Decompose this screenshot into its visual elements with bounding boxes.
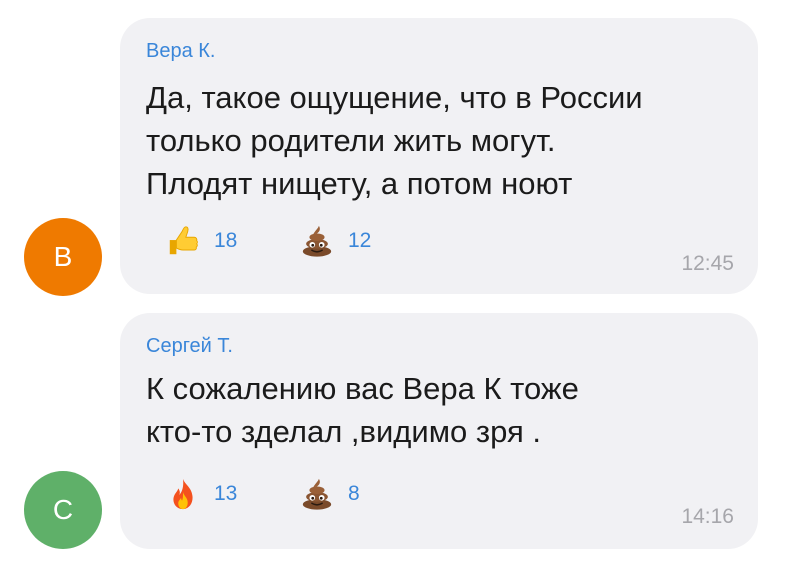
message-text: Да, такое ощущение, что в России только … (146, 76, 736, 205)
message-text-line: кто-то зделал ,видимо зря . (146, 414, 541, 449)
message-bubble[interactable]: Сергей Т. К сожалению вас Вера К тоже кт… (120, 313, 758, 549)
reaction-count: 18 (214, 229, 238, 252)
reaction-count: 8 (348, 482, 360, 505)
thumbs-up-icon (169, 226, 198, 255)
reaction-count: 12 (348, 229, 372, 252)
message-text-line: Да, такое ощущение, что в России (146, 80, 643, 115)
avatar[interactable]: С (24, 471, 102, 549)
message-text-line: К сожалению вас Вера К тоже (146, 371, 579, 406)
reaction-count: 13 (214, 482, 238, 505)
fire-icon (173, 478, 193, 510)
message-text: К сожалению вас Вера К тоже кто-то здела… (146, 367, 736, 453)
reaction-fire[interactable]: 13 (166, 477, 237, 511)
reaction-thumbs-up[interactable]: 18 (166, 224, 237, 258)
reaction-poop[interactable]: 12 (300, 224, 371, 258)
poop-icon (302, 225, 332, 257)
message-time: 12:45 (681, 252, 734, 275)
message-bubble[interactable]: Вера К. Да, такое ощущение, что в России… (120, 18, 758, 294)
author-name[interactable]: Сергей Т. (146, 335, 233, 358)
chat-view: Вера К. Да, такое ощущение, что в России… (0, 0, 800, 565)
message-text-line: только родители жить могут. (146, 123, 556, 158)
avatar[interactable]: В (24, 218, 102, 296)
message-text-line: Плодят нищету, а потом ноют (146, 166, 573, 201)
message-time: 14:16 (681, 505, 734, 528)
reaction-poop[interactable]: 8 (300, 477, 360, 511)
poop-icon (302, 478, 332, 510)
author-name[interactable]: Вера К. (146, 40, 215, 63)
